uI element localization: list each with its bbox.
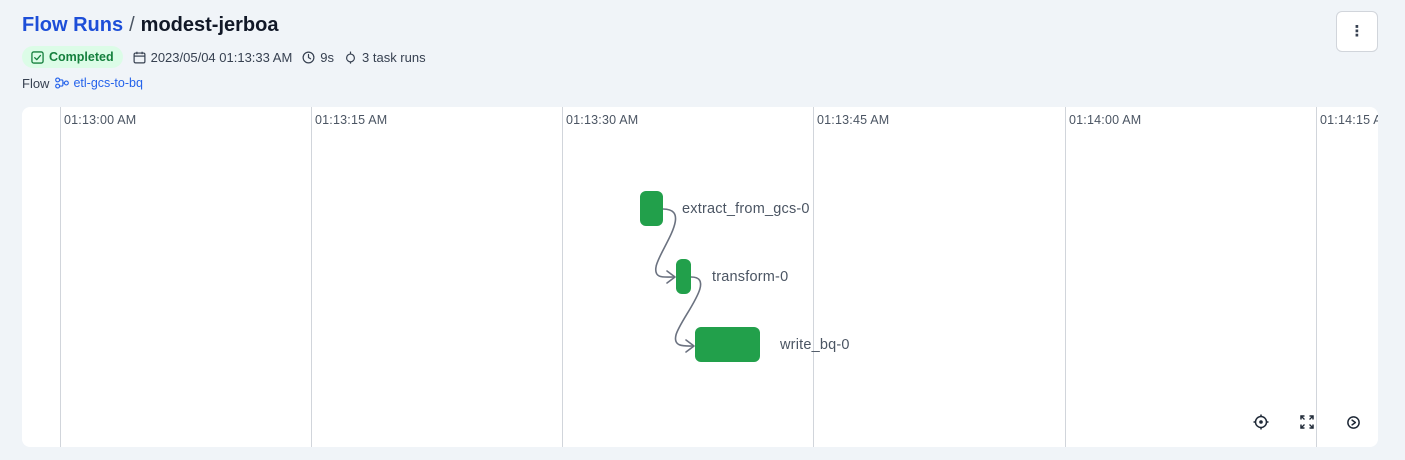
task-label-extract-from-gcs: extract_from_gcs-0 — [682, 201, 810, 217]
expand-icon — [1300, 415, 1314, 429]
crosshair-icon — [1253, 414, 1269, 430]
flow-info: Flow etl-gcs-to-bq — [22, 74, 143, 92]
flow-icon — [55, 77, 70, 89]
edge-arrowhead — [685, 339, 695, 353]
breadcrumb: Flow Runs / modest-jerboa — [22, 12, 278, 38]
recenter-button[interactable] — [1250, 411, 1272, 433]
start-time-text: 2023/05/04 01:13:33 AM — [150, 49, 293, 65]
status-text: Completed — [49, 50, 114, 64]
breadcrumb-separator: / — [129, 14, 135, 36]
flow-name: etl-gcs-to-bq — [73, 76, 143, 90]
timeline-gridline — [813, 107, 814, 447]
check-square-icon — [31, 50, 44, 64]
timeline-gridline — [311, 107, 312, 447]
start-time: 2023/05/04 01:13:33 AM — [133, 49, 293, 65]
run-meta: Completed 2023/05/04 01:13:33 AM 9s 3 ta… — [22, 46, 426, 68]
timeline-tick-label: 01:13:00 AM — [64, 113, 137, 127]
task-label-write-bq: write_bq-0 — [780, 337, 850, 353]
page-title: modest-jerboa — [140, 14, 279, 36]
timeline-gridline — [1065, 107, 1066, 447]
task-label-transform: transform-0 — [712, 269, 789, 285]
timeline-tick-label: 01:14:00 AM — [1069, 113, 1142, 127]
task-dependency-edges — [654, 208, 702, 353]
duration-text: 9s — [320, 49, 335, 65]
breadcrumb-flow-runs-link[interactable]: Flow Runs — [22, 12, 123, 38]
timeline-gridline — [1316, 107, 1317, 447]
task-node-write-bq[interactable] — [695, 327, 760, 362]
calendar-icon — [133, 51, 146, 63]
flow-run-timeline[interactable]: 01:13:00 AM 01:13:15 AM 01:13:30 AM 01:1… — [22, 107, 1378, 447]
timeline-tick-label: 01:14:15 AM — [1320, 113, 1378, 127]
more-options-button[interactable]: ⋮ — [1336, 11, 1378, 52]
fullscreen-button[interactable] — [1296, 411, 1318, 433]
kebab-icon: ⋮ — [1349, 23, 1365, 40]
task-runs-count: 3 task runs — [344, 50, 426, 65]
timeline-gridline — [562, 107, 563, 447]
gauge-icon — [1346, 415, 1360, 429]
page-header: Flow Runs / modest-jerboa — [22, 12, 278, 38]
timeline-tick-label: 01:13:30 AM — [566, 113, 639, 127]
timeline-tick-label: 01:13:45 AM — [817, 113, 890, 127]
duration: 9s — [302, 50, 334, 65]
settings-button[interactable] — [1342, 411, 1364, 433]
flow-label: Flow — [22, 75, 50, 91]
clock-icon — [302, 51, 315, 63]
flow-link[interactable]: etl-gcs-to-bq — [55, 76, 143, 90]
timeline-tick-label: 01:13:15 AM — [315, 113, 388, 127]
task-node-transform[interactable] — [676, 259, 691, 294]
edge-arrowhead — [666, 270, 676, 284]
task-run-icon — [346, 51, 356, 64]
timeline-gridline — [60, 107, 61, 447]
task-node-extract-from-gcs[interactable] — [640, 191, 663, 226]
status-badge: Completed — [22, 46, 123, 68]
task-runs-text: 3 task runs — [362, 49, 426, 65]
